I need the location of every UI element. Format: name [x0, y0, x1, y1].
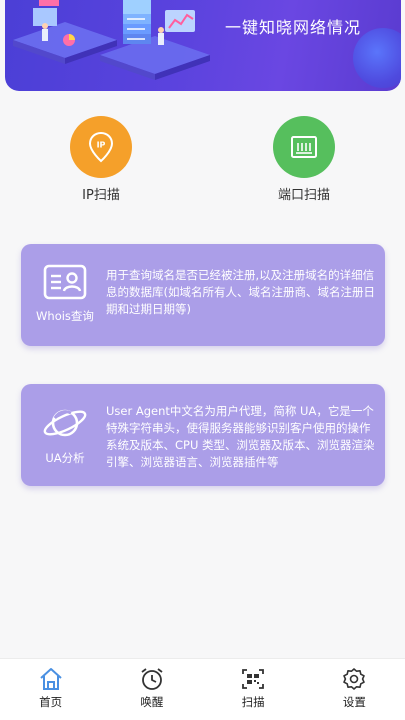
id-card-icon: [43, 264, 87, 300]
qr-scan-icon: [242, 669, 265, 689]
tab-wake-label: 唤醒: [140, 695, 164, 709]
ip-scan-label: IP扫描: [82, 188, 120, 203]
port-scan-button[interactable]: 端口扫描: [239, 116, 369, 203]
ua-icon-group: UA分析: [31, 404, 99, 466]
tab-wake[interactable]: 唤醒: [101, 659, 202, 720]
planet-icon: [43, 409, 87, 437]
whois-title: Whois查询: [36, 309, 94, 323]
whois-description: 用于查询域名是否已经被注册,以及注册域名的详细信息的数据库(如域名所有人、域名注…: [106, 268, 375, 316]
svg-text:IP: IP: [97, 141, 106, 150]
isometric-network-illustration: [13, 0, 210, 80]
tab-home-label: 首页: [39, 695, 63, 709]
tab-settings-label: 设置: [342, 695, 366, 709]
home-screen: 一键知晓网络情况 IP IP扫描 端口扫描 Whois查询 用于查询域名是否已经…: [0, 0, 405, 720]
ua-analysis-card[interactable]: UA分析 User Agent中文名为用户代理，简称 UA，它是一个特殊字符串头…: [21, 384, 385, 486]
tab-settings[interactable]: 设置: [304, 659, 405, 720]
whois-card[interactable]: Whois查询 用于查询域名是否已经被注册,以及注册域名的详细信息的数据库(如域…: [21, 244, 385, 346]
bottom-tab-bar: 首页 唤醒 扫描 设置: [0, 658, 405, 720]
whois-icon-group: Whois查询: [31, 264, 99, 324]
alarm-clock-icon: [141, 668, 163, 690]
ip-scan-circle[interactable]: IP: [70, 116, 132, 178]
ip-location-pin-icon: IP: [88, 131, 114, 163]
ip-scan-button[interactable]: IP IP扫描: [36, 116, 166, 203]
port-scan-circle[interactable]: [273, 116, 335, 178]
gear-icon: [343, 668, 366, 690]
port-scan-label: 端口扫描: [277, 188, 330, 203]
ethernet-port-icon: [291, 136, 317, 158]
tab-scan[interactable]: 扫描: [203, 659, 304, 720]
banner-tagline: 一键知晓网络情况: [224, 18, 361, 37]
ua-description: User Agent中文名为用户代理，简称 UA，它是一个特殊字符串头，使得服务…: [106, 404, 375, 469]
ua-title: UA分析: [45, 451, 85, 465]
home-icon: [39, 668, 62, 690]
tab-scan-label: 扫描: [241, 695, 265, 709]
hero-banner: 一键知晓网络情况: [5, 0, 401, 91]
tab-home[interactable]: 首页: [0, 659, 101, 720]
